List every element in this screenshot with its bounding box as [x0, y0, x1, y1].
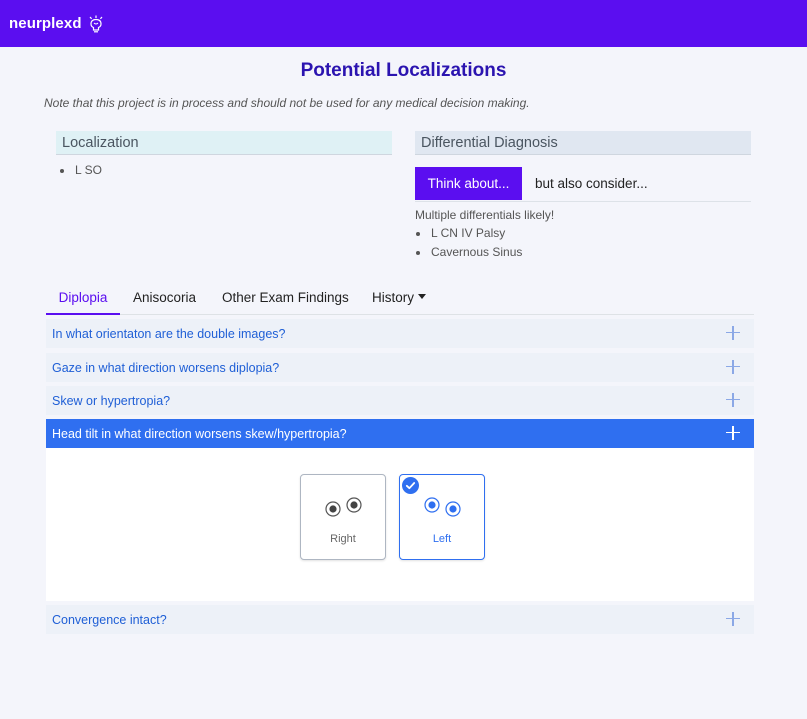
accordion-question: Skew or hypertropia?	[52, 393, 171, 408]
accordion-question: In what orientaton are the double images…	[52, 326, 286, 341]
differential-divider	[415, 201, 751, 202]
exam-tabs: Diplopia Anisocoria Other Exam Findings …	[46, 285, 754, 315]
localization-header: Localization	[56, 131, 392, 155]
caret-down-icon	[418, 294, 427, 299]
differential-item: Cavernous Sinus	[414, 243, 522, 262]
plus-icon[interactable]	[726, 393, 740, 407]
tab-anisocoria[interactable]: Anisocoria	[133, 285, 196, 315]
tab-history-label: History	[372, 290, 415, 305]
option-label: Left	[432, 533, 452, 545]
tab-history[interactable]: History	[372, 285, 427, 315]
accordion-question: Head tilt in what direction worsens skew…	[52, 426, 347, 441]
head-tilt-right-option[interactable]: Right	[300, 474, 386, 560]
accordion-item-convergence[interactable]: Convergence intact?	[46, 605, 754, 634]
multiple-differentials-note: Multiple differentials likely!	[415, 208, 555, 222]
plus-icon[interactable]	[726, 326, 740, 340]
brain-logo-icon[interactable]	[88, 15, 104, 33]
accordion-item-gaze-direction[interactable]: Gaze in what direction worsens diplopia?	[46, 353, 754, 382]
accordion-question: Gaze in what direction worsens diplopia?	[52, 360, 280, 375]
plus-icon[interactable]	[726, 612, 740, 626]
accordion-item-orientation[interactable]: In what orientaton are the double images…	[46, 319, 754, 348]
also-consider-tab[interactable]: but also consider...	[535, 176, 648, 191]
plus-icon[interactable]	[726, 426, 740, 440]
tab-diplopia[interactable]: Diplopia	[46, 285, 120, 315]
eyes-right-tilt-icon	[325, 497, 362, 517]
disclaimer-note: Note that this project is in process and…	[44, 96, 530, 110]
accordion-question: Convergence intact?	[52, 612, 167, 627]
head-tilt-left-option[interactable]: Left	[399, 474, 485, 560]
think-about-button[interactable]: Think about...	[415, 167, 522, 200]
tab-other-exam-findings[interactable]: Other Exam Findings	[222, 285, 349, 315]
option-label: Right	[330, 533, 356, 545]
page-title: Potential Localizations	[300, 60, 507, 81]
eyes-left-tilt-icon	[424, 497, 461, 517]
localization-item: L SO	[58, 161, 102, 180]
accordion-item-head-tilt[interactable]: Head tilt in what direction worsens skew…	[46, 419, 754, 448]
differential-header: Differential Diagnosis	[415, 131, 751, 155]
differential-item: L CN IV Palsy	[414, 224, 522, 243]
differential-list: L CN IV Palsy Cavernous Sinus	[414, 224, 522, 262]
accordion-item-skew[interactable]: Skew or hypertropia?	[46, 386, 754, 415]
head-tilt-options-panel: Right Left	[46, 448, 754, 601]
brand-name[interactable]: neurplexd	[9, 15, 82, 32]
localization-list: L SO	[58, 161, 102, 180]
checkmark-icon	[402, 477, 419, 494]
navbar: neurplexd	[0, 0, 807, 47]
plus-icon[interactable]	[726, 360, 740, 374]
